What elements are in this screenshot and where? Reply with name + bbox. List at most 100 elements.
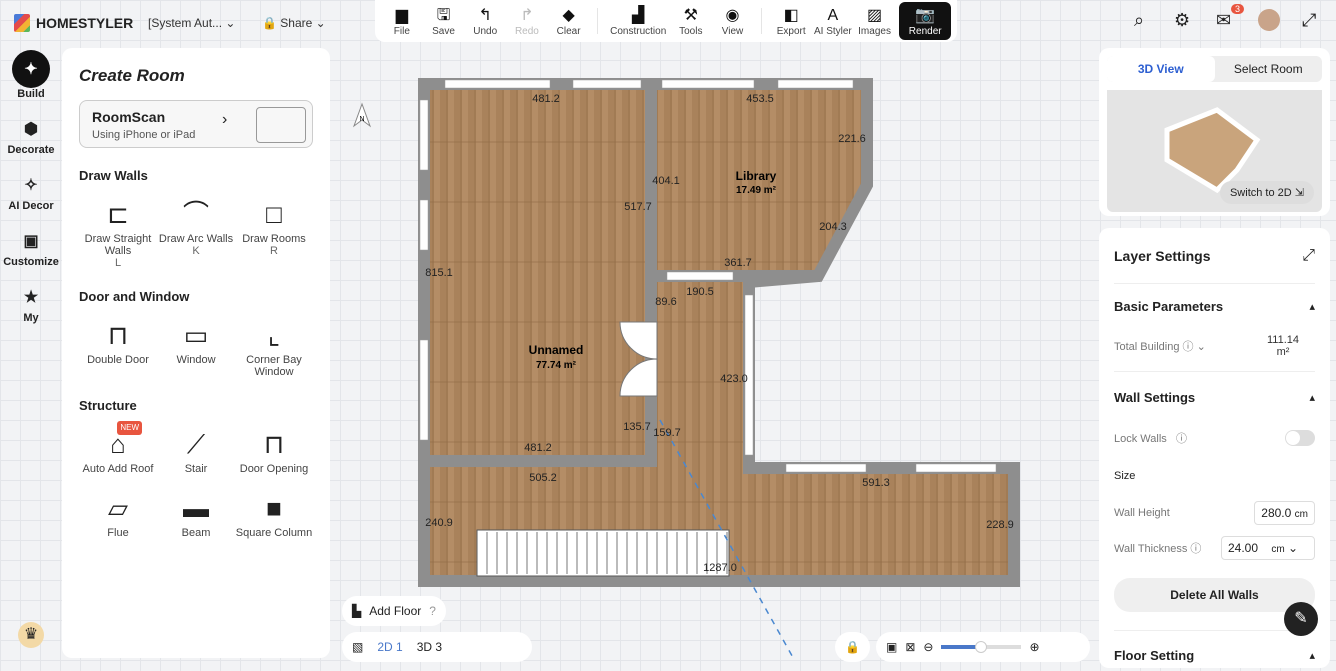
add-floor-icon: ▙ — [352, 604, 362, 618]
double-door-tool[interactable]: ⊓ Double Door — [79, 316, 157, 378]
file-button[interactable]: ▆ File — [381, 6, 423, 37]
door-opening-tool[interactable]: ⊓ Door Opening — [235, 425, 313, 475]
flue-tool[interactable]: ▱ Flue — [79, 489, 157, 539]
zoom-in-icon[interactable]: ⊕ — [1029, 640, 1039, 654]
construction-button[interactable]: ▟ Construction — [606, 6, 670, 37]
draw-arc-walls-tool[interactable]: ⌒ Draw Arc Walls K — [157, 195, 235, 269]
zoom-slider[interactable] — [941, 641, 1022, 653]
rail-build[interactable]: ✦ Build — [0, 50, 62, 100]
draw-rooms-icon: □ — [266, 199, 282, 229]
lock-button[interactable]: 🔒 — [835, 632, 870, 662]
clear-button[interactable]: ◆ Clear — [548, 6, 590, 37]
room-name[interactable]: Unnamed — [529, 343, 584, 357]
toolbar-separator — [761, 8, 763, 34]
collapse-icon[interactable]: ▴ — [1309, 391, 1315, 404]
room-name[interactable]: Library — [736, 169, 777, 183]
basic-parameters-heading[interactable]: Basic Parameters — [1114, 299, 1223, 314]
camera-view-icon[interactable]: ▣ — [886, 640, 897, 654]
zoom-out-icon[interactable]: ⊖ — [923, 640, 933, 654]
fullscreen-icon[interactable]: ⤢ — [1302, 10, 1316, 31]
dimension-label: 453.5 — [746, 93, 774, 105]
fit-icon[interactable]: ⊠ — [905, 640, 915, 654]
dimension-label: 481.2 — [524, 442, 552, 454]
auto-add-roof-tool[interactable]: ⌂ NEW Auto Add Roof — [79, 421, 157, 475]
rail-my[interactable]: ★ My — [0, 282, 62, 324]
toolbar-label: Redo — [514, 25, 539, 37]
new-badge: NEW — [117, 421, 142, 435]
add-floor-button[interactable]: ▙ Add Floor? — [342, 596, 446, 626]
shortcut-key: R — [270, 245, 278, 257]
beam-tool[interactable]: ▬ Beam — [157, 489, 235, 539]
toolbar-label: Undo — [473, 25, 498, 37]
collapse-icon[interactable]: ▴ — [1309, 300, 1315, 313]
save-button[interactable]: 🖫 Save — [423, 6, 465, 37]
export-button[interactable]: ◧ Export — [770, 6, 812, 37]
tab-3d-view[interactable]: 3D View — [1107, 56, 1215, 82]
wall-thickness-select[interactable]: 24.00 cm ⌄ — [1221, 536, 1315, 560]
logo[interactable]: HOMESTYLER — [14, 14, 133, 32]
redo-button[interactable]: ↱ Redo — [506, 6, 548, 37]
ai-styler-button[interactable]: A AI Styler — [812, 6, 854, 37]
logo-icon — [14, 14, 30, 32]
floor-setting-heading[interactable]: Floor Setting — [1114, 648, 1194, 663]
dimension-label: 591.3 — [862, 477, 890, 489]
rail-label: My — [23, 312, 39, 324]
window-tool[interactable]: ▭ Window — [157, 316, 235, 378]
size-label: Size — [1114, 470, 1136, 482]
help-icon[interactable]: ? — [429, 604, 436, 618]
double-door-icon: ⊓ — [107, 320, 129, 350]
rail-customize[interactable]: ▣ Customize — [0, 226, 62, 268]
info-icon: ⓘ — [1190, 543, 1202, 555]
render-button[interactable]: 📷 Render — [899, 2, 952, 40]
view-3d-button[interactable]: 3D 3 — [417, 640, 442, 654]
roomscan-button[interactable]: RoomScan Using iPhone or iPad › — [79, 100, 313, 148]
lock-walls-toggle[interactable] — [1285, 430, 1315, 446]
view-2d-button[interactable]: 2D 1 — [377, 640, 402, 654]
door-opening-icon: ⊓ — [263, 429, 285, 459]
rail-decorate[interactable]: ⬢ Decorate — [0, 114, 62, 156]
room-area: 77.74 m² — [536, 360, 577, 371]
gear-icon[interactable]: ⚙ — [1174, 10, 1190, 31]
toolbar-label: Tools — [679, 25, 703, 37]
chevron-down-icon[interactable]: ⌄ — [1197, 341, 1206, 353]
share-button[interactable]: 🔒 Share ⌄ — [262, 16, 326, 30]
toolbar-label: Save — [432, 25, 455, 37]
feedback-button[interactable]: ✎ — [1284, 602, 1318, 636]
rail-label: AI Decor — [8, 200, 54, 212]
expand-icon[interactable]: ⤢ — [1302, 247, 1315, 265]
dimension-label: 517.7 — [624, 201, 652, 213]
tab-select-room[interactable]: Select Room — [1215, 56, 1323, 82]
tools-button[interactable]: ⚒ Tools — [670, 6, 712, 37]
delete-all-walls-button[interactable]: Delete All Walls — [1114, 578, 1315, 612]
corner-bay-window-icon: ⌞ — [267, 320, 281, 350]
wall-settings-heading[interactable]: Wall Settings — [1114, 390, 1195, 405]
export-icon: ◧ — [783, 6, 799, 24]
dimension-label: 423.0 — [720, 373, 748, 385]
view-button[interactable]: ◉ View — [712, 6, 754, 37]
main-toolbar: ▆ File 🖫 Save ↰ Undo ↱ Redo ◆ Clear ▟ Construction ⚒… — [375, 0, 957, 42]
stair-tool[interactable]: ⟋ Stair — [157, 425, 235, 475]
create-room-panel: Create Room RoomScan Using iPhone or iPa… — [62, 48, 330, 658]
avatar[interactable] — [1258, 9, 1280, 31]
mail-icon[interactable]: ✉ — [1216, 10, 1231, 31]
collapse-icon[interactable]: ▴ — [1309, 649, 1315, 662]
search-doc-icon[interactable]: ⌕ — [1134, 10, 1144, 31]
draw-rooms-tool[interactable]: □ Draw Rooms R — [235, 195, 313, 269]
undo-button[interactable]: ↰ Undo — [464, 6, 506, 37]
square-column-tool[interactable]: ■ Square Column — [235, 489, 313, 539]
3d-preview[interactable]: Switch to 2D ⇲ — [1107, 90, 1322, 212]
rail-ai-decor[interactable]: ✧ AI Decor — [0, 170, 62, 212]
floor-plan[interactable]: 481.2 453.5 221.6 404.1 517.7 204.3 815.1 361.7… — [340, 60, 1100, 660]
dimension-label: 135.7 — [623, 421, 651, 433]
switch-to-2d-button[interactable]: Switch to 2D ⇲ — [1219, 181, 1314, 204]
crown-icon[interactable]: ♛ — [18, 622, 44, 648]
project-selector[interactable]: [System Aut... ⌄ — [148, 16, 235, 30]
camera-icon: 📷 — [915, 6, 936, 24]
corner-bay-window-tool[interactable]: ⌞ Corner Bay Window — [235, 316, 313, 378]
wall-height-input[interactable]: 280.0 cm — [1254, 501, 1315, 525]
eraser-icon: ◆ — [562, 6, 575, 24]
images-button[interactable]: ▨ Images — [854, 6, 896, 37]
floor-pattern-icon[interactable]: ▧ — [352, 640, 363, 654]
wall-height-label: Wall Height — [1114, 507, 1170, 519]
draw-straight-walls-tool[interactable]: ⊏ Draw Straight Walls L — [79, 195, 157, 269]
